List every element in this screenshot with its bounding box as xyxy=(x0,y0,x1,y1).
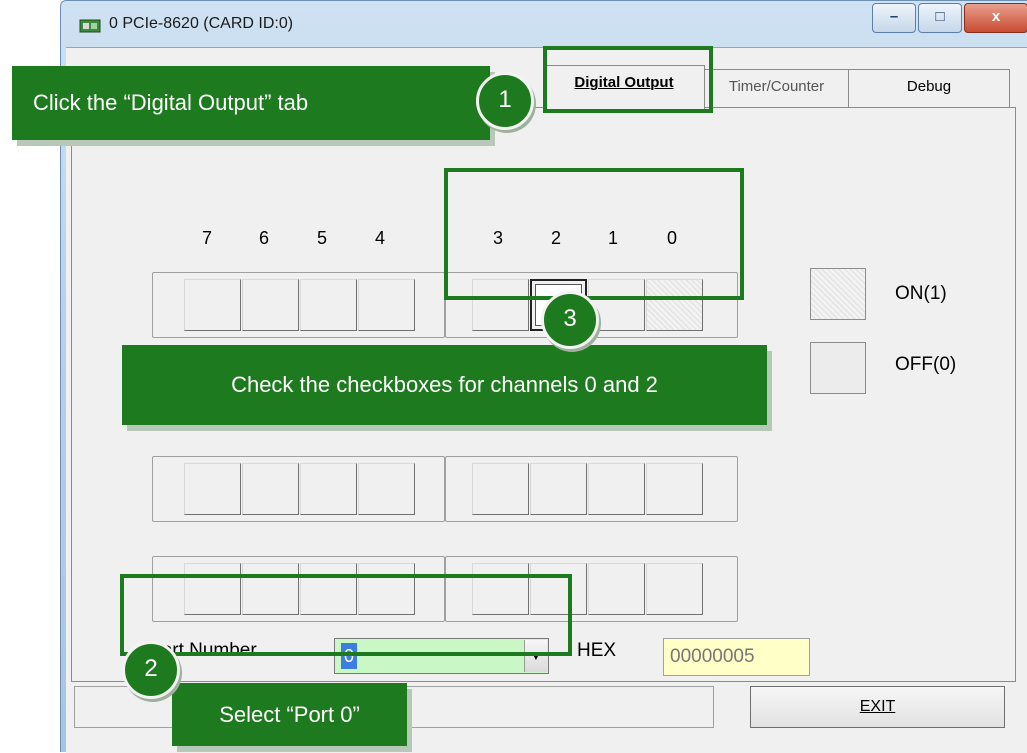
close-button[interactable]: x xyxy=(964,3,1027,33)
step3-badge: 3 xyxy=(541,291,599,349)
tab-debug[interactable]: Debug xyxy=(848,69,1010,107)
legend-on-swatch xyxy=(810,268,866,320)
app-icon xyxy=(79,19,101,33)
bit-checkbox[interactable] xyxy=(300,463,357,515)
bit-checkbox[interactable] xyxy=(358,463,415,515)
bit-group-high-row1 xyxy=(152,272,445,338)
bit-checkbox-7[interactable] xyxy=(184,279,241,331)
bit-label-6: 6 xyxy=(258,228,269,248)
bit-checkbox[interactable] xyxy=(646,463,703,515)
bit-label-7: 7 xyxy=(201,228,212,248)
bit-checkbox[interactable] xyxy=(242,463,299,515)
bit-checkbox[interactable] xyxy=(646,563,703,615)
bit-group-high-row3 xyxy=(152,456,445,522)
tab-label: Timer/Counter xyxy=(728,78,825,95)
close-icon: x xyxy=(991,8,1001,25)
minimize-icon: – xyxy=(889,8,899,25)
hex-value-field: 00000005 xyxy=(663,638,810,676)
step2-badge: 2 xyxy=(122,641,180,699)
bit-checkbox[interactable] xyxy=(472,463,529,515)
minimize-button[interactable]: – xyxy=(872,3,916,33)
legend-off-label: OFF(0) xyxy=(895,354,957,375)
step3-text: Check the checkboxes for channels 0 and … xyxy=(231,372,658,397)
tab-timer-counter[interactable]: Timer/Counter xyxy=(704,69,849,107)
legend-on-label: ON(1) xyxy=(895,283,947,304)
step2-text: Select “Port 0” xyxy=(219,702,360,727)
bit-checkbox-6[interactable] xyxy=(242,279,299,331)
maximize-icon: □ xyxy=(935,8,945,25)
maximize-button[interactable]: □ xyxy=(918,3,962,33)
hex-label: HEX xyxy=(577,640,617,661)
bit-label-5: 5 xyxy=(316,228,327,248)
window-controls: – □ x xyxy=(870,3,1027,37)
bit-label-4: 4 xyxy=(374,228,385,248)
tab-label: Debug xyxy=(906,78,952,95)
exit-button[interactable]: EXIT xyxy=(750,686,1005,728)
highlight-digital-output-tab xyxy=(543,46,713,113)
step3-callout: Check the checkboxes for channels 0 and … xyxy=(122,345,767,425)
bit-checkbox[interactable] xyxy=(588,463,645,515)
title-bar[interactable]: 0 PCIe-8620 (CARD ID:0) – □ x xyxy=(61,1,1027,47)
step2-callout: Select “Port 0” xyxy=(172,683,407,746)
bit-checkbox-4[interactable] xyxy=(358,279,415,331)
bit-checkbox[interactable] xyxy=(530,463,587,515)
legend-off-swatch xyxy=(810,342,866,394)
bit-checkbox-5[interactable] xyxy=(300,279,357,331)
highlight-port-selection xyxy=(120,574,572,656)
step1-text: Click the “Digital Output” tab xyxy=(33,90,309,115)
window-title: 0 PCIe-8620 (CARD ID:0) xyxy=(109,15,294,32)
bit-checkbox[interactable] xyxy=(184,463,241,515)
step1-callout: Click the “Digital Output” tab xyxy=(12,66,490,140)
bit-group-low-row3 xyxy=(445,456,738,522)
step1-badge: 1 xyxy=(476,72,534,130)
exit-button-label: EXIT xyxy=(859,698,896,715)
highlight-channel-checkboxes xyxy=(444,168,744,300)
bit-checkbox[interactable] xyxy=(588,563,645,615)
